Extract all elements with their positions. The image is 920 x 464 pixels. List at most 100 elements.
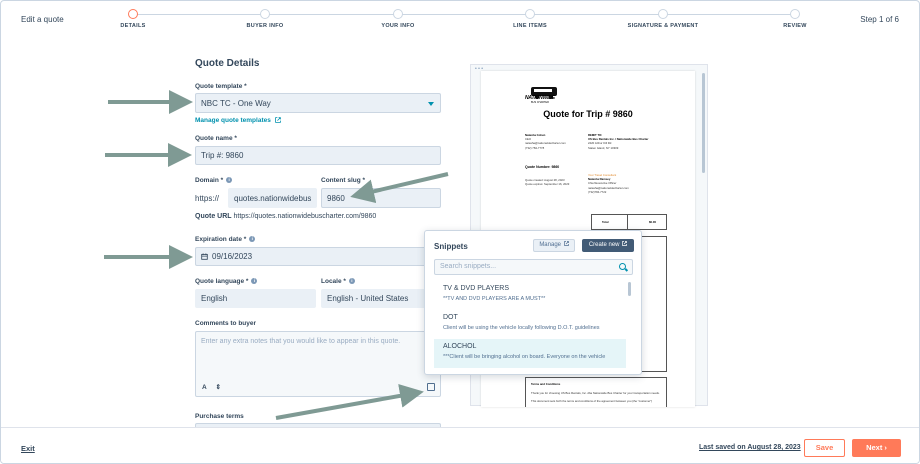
preview-dates: Quote created: August 28, 2023 Quote exp…	[525, 178, 585, 186]
more-options-icon[interactable]: ⇕	[216, 384, 221, 391]
exit-link[interactable]: Exit	[21, 444, 35, 453]
remit-line: Staten Island, NY 10309	[588, 145, 619, 150]
expiration-date-input[interactable]: 09/16/2023	[195, 247, 441, 266]
template-select[interactable]: NBC TC - One Way	[195, 93, 441, 113]
info-icon: i	[348, 278, 355, 285]
step-dot	[260, 9, 270, 19]
step-indicator: Step 1 of 6	[860, 15, 899, 24]
footer: Exit Last saved on August 28, 2023 Save …	[1, 427, 919, 463]
content-slug-input[interactable]: 9860	[321, 188, 441, 208]
step-signature-payment[interactable]: SIGNATURE & PAYMENT	[618, 9, 708, 29]
snippet-item[interactable]: TV & DVD PLAYERS **TV AND DVD PLAYERS AR…	[434, 281, 626, 310]
consultant-line: (732)784-7722	[588, 189, 607, 194]
step-label: DETAILS	[120, 23, 146, 29]
step-line-items[interactable]: LINE ITEMS	[485, 9, 575, 29]
snippets-popover: Snippets Manage Create new Search snippe…	[424, 230, 642, 375]
domain-label: Domain *	[195, 177, 224, 184]
step-label: LINE ITEMS	[513, 23, 547, 29]
snippet-search-input[interactable]: Search snippets...	[434, 259, 633, 275]
total-box: Total $0.00	[591, 214, 667, 230]
language-label-wrap: Quote language * i	[195, 278, 258, 285]
comments-placeholder: Enter any extra notes that you would lik…	[201, 338, 401, 345]
snippet-title: ALOCHOL	[443, 343, 477, 350]
total-value: $0.00	[649, 220, 656, 224]
chevron-down-icon	[428, 102, 434, 106]
font-style-icon[interactable]: A	[202, 384, 207, 391]
save-button[interactable]: Save	[804, 439, 845, 457]
slug-label: Content slug *	[321, 177, 366, 184]
manage-snippets-button[interactable]: Manage	[533, 239, 575, 252]
expiration-value: 09/16/2023	[212, 252, 253, 261]
locale-value: English - United States	[327, 294, 409, 303]
total-divider	[627, 215, 628, 229]
preview-from: Natasha Cohen CEO natasha@nationwidechar…	[525, 133, 585, 150]
language-select[interactable]: English	[195, 289, 316, 308]
last-saved-link[interactable]: Last saved on August 28, 2023	[699, 444, 801, 451]
comments-textarea[interactable]: Enter any extra notes that you would lik…	[195, 331, 441, 397]
external-link-icon	[563, 241, 569, 246]
domain-prefix: https://	[195, 194, 220, 203]
quote-editor-window: Edit a quote DETAILS BUYER INFO YOUR INF…	[0, 0, 920, 464]
create-snippet-button[interactable]: Create new	[582, 239, 634, 252]
template-value: NBC TC - One Way	[201, 98, 271, 108]
name-label: Quote name *	[195, 135, 237, 142]
preview-consultant: Your Travel Consultant Natasha Ramsey Ch…	[588, 173, 688, 194]
locale-label: Locale *	[321, 278, 346, 285]
step-dot	[128, 9, 138, 19]
section-title: Quote Details	[195, 58, 260, 69]
language-label: Quote language *	[195, 278, 249, 285]
calendar-icon	[201, 253, 208, 260]
from-line: (732) 784-7778	[525, 145, 545, 150]
locale-label-wrap: Locale * i	[321, 278, 355, 285]
snippet-desc: ***Client will be bringing alcohol on bo…	[443, 354, 606, 360]
step-dot	[393, 9, 403, 19]
total-label: Total	[602, 220, 609, 224]
language-value: English	[201, 294, 228, 303]
page-title: Edit a quote	[21, 15, 64, 24]
info-icon: i	[251, 278, 258, 285]
next-button[interactable]: Next ›	[852, 439, 901, 457]
step-label: REVIEW	[783, 23, 807, 29]
external-link-icon	[622, 241, 628, 246]
info-icon: i	[249, 236, 256, 243]
manage-label: Manage	[539, 242, 561, 248]
expiration-label: Expiration date *	[195, 236, 247, 243]
quote-name-value: Trip #: 9860	[201, 151, 244, 160]
quote-url-value: https://quotes.nationwidebuscharter.com/…	[233, 213, 377, 220]
domain-select[interactable]: quotes.nationwidebus	[228, 188, 317, 208]
step-your-info[interactable]: YOUR INFO	[353, 9, 443, 29]
search-placeholder: Search snippets...	[440, 263, 497, 270]
quote-url: Quote URL https://quotes.nationwidebusch…	[195, 213, 376, 220]
textarea-toolbar: A ⇕	[202, 383, 228, 391]
logo-sub: BUS CHARTER	[531, 101, 549, 104]
snippet-title: DOT	[443, 314, 458, 321]
manage-templates-label: Manage quote templates	[195, 117, 271, 124]
step-details[interactable]: DETAILS	[88, 9, 178, 29]
manage-templates-link[interactable]: Manage quote templates	[195, 117, 281, 124]
step-dot	[790, 9, 800, 19]
snippet-desc: **TV AND DVD PLAYERS ARE A MUST**	[443, 296, 546, 302]
quote-name-input[interactable]: Trip #: 9860	[195, 146, 441, 165]
step-buyer-info[interactable]: BUYER INFO	[220, 9, 310, 29]
preview-remit: REMIT TO: US Bus Rentals Inc. / Nationwi…	[588, 133, 688, 150]
search-icon[interactable]	[619, 263, 626, 270]
snippet-item-selected[interactable]: ALOCHOL ***Client will be bringing alcoh…	[434, 339, 626, 368]
locale-select[interactable]: English - United States	[321, 289, 441, 308]
terms-line: Thank you for choosing US Bus Rentals, I…	[531, 391, 660, 395]
template-label: Quote template *	[195, 83, 247, 90]
comments-label: Comments to buyer	[195, 320, 257, 327]
snippet-icon[interactable]	[427, 383, 435, 391]
preview-scrollbar[interactable]	[702, 73, 705, 173]
slug-value: 9860	[327, 193, 345, 203]
quote-number: Quote Number: 9860	[525, 165, 560, 169]
step-label: SIGNATURE & PAYMENT	[627, 23, 699, 29]
snippet-item[interactable]: DOT Client will be using the vehicle loc…	[434, 310, 626, 339]
quote-url-label: Quote URL	[195, 213, 232, 220]
snippets-title: Snippets	[434, 242, 468, 251]
external-link-icon	[274, 117, 281, 124]
step-review[interactable]: REVIEW	[750, 9, 840, 29]
snippets-scrollbar[interactable]	[628, 282, 631, 296]
preview-title: Quote for Trip # 9860	[543, 109, 633, 119]
terms-box: Terms and Conditions Thank you for choos…	[525, 377, 667, 407]
domain-value: quotes.nationwidebus	[234, 193, 312, 203]
